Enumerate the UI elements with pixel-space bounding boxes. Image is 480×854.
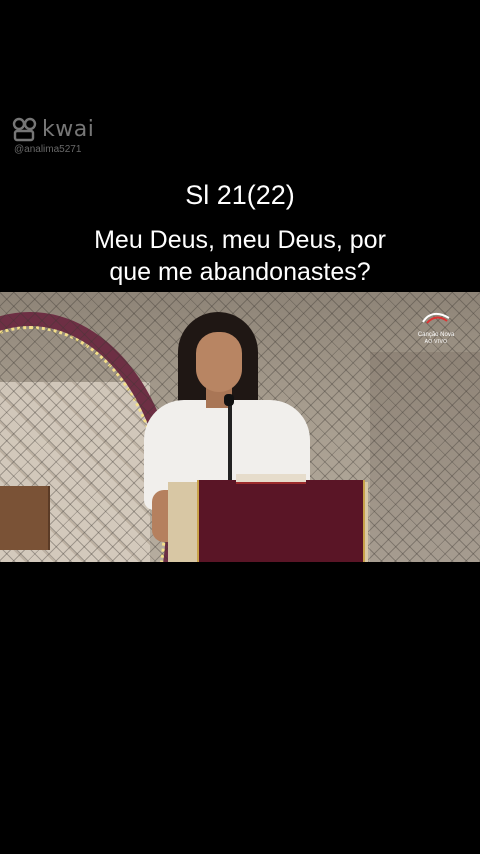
- video-frame[interactable]: Canção Nova AO VIVO: [0, 292, 480, 562]
- face: [196, 332, 242, 392]
- channel-name: Canção Nova: [417, 332, 455, 338]
- microphone-icon: [224, 394, 234, 406]
- cancao-nova-logo-icon: [422, 312, 450, 324]
- channel-badge: Canção Nova AO VIVO: [414, 310, 458, 345]
- kwai-logo-icon: [12, 117, 37, 142]
- caption-line-1: Meu Deus, meu Deus, por: [94, 226, 386, 254]
- wooden-stand: [0, 486, 50, 550]
- live-label: AO VIVO: [424, 339, 448, 345]
- lectern-cloth: [197, 480, 365, 562]
- caption-line-2: que me abandonastes?: [109, 258, 371, 286]
- kwai-brand-text: kwai: [42, 116, 95, 142]
- kwai-watermark: kwai @analima5271: [12, 116, 94, 155]
- username-label: @analima5271: [14, 144, 82, 155]
- open-book: [236, 474, 306, 484]
- scripture-reference: Sl 21(22): [185, 180, 295, 210]
